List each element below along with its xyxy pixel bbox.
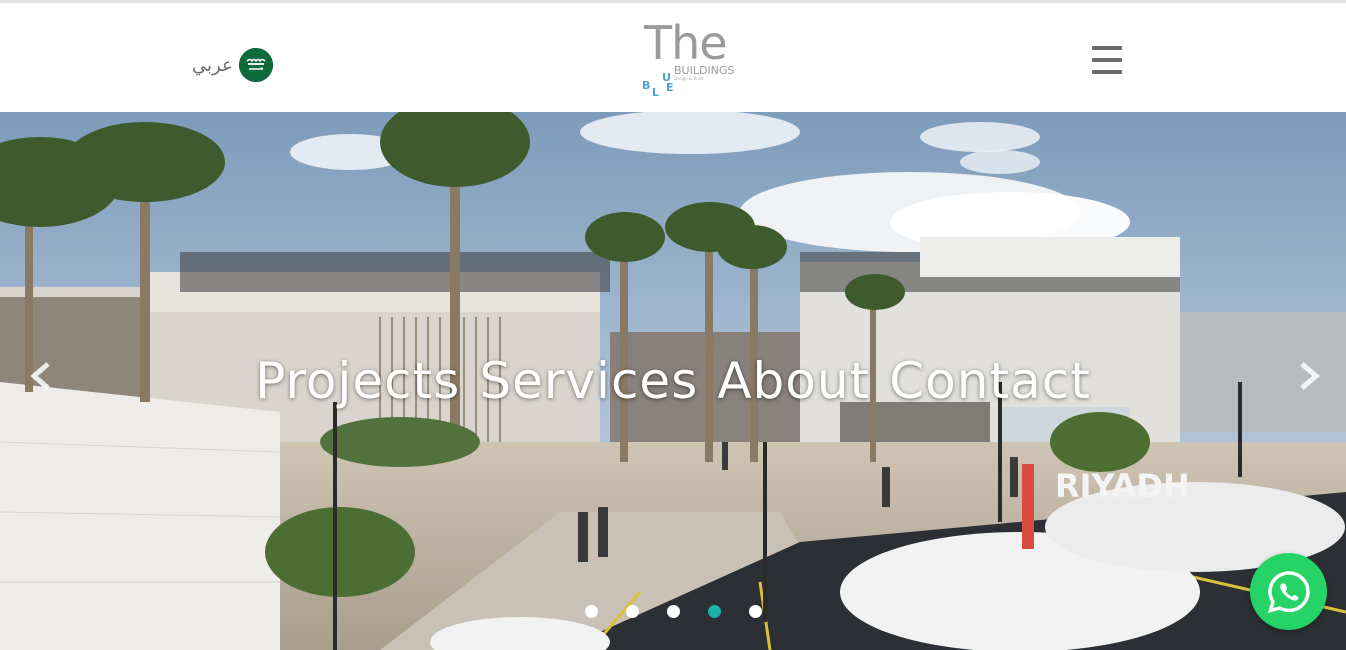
logo-the: The [644, 16, 728, 70]
carousel-dot[interactable] [667, 605, 680, 618]
nav-link-services[interactable]: Services [479, 345, 698, 417]
hero-carousel: RIYADH Projects Services About Contact [0, 112, 1346, 650]
svg-text:RIYADH: RIYADH [1055, 467, 1190, 505]
whatsapp-icon[interactable] [1250, 553, 1327, 630]
language-switch[interactable]: عربي [192, 47, 273, 83]
carousel-dot-active[interactable] [708, 605, 721, 618]
site-logo[interactable]: The BUILDINGS Design & Build B L U E [637, 15, 737, 101]
carousel-dot[interactable] [626, 605, 639, 618]
logo-letter: B [642, 79, 651, 92]
nav-link-contact[interactable]: Contact [889, 345, 1091, 417]
hamburger-menu-icon[interactable] [1090, 46, 1124, 76]
carousel-dot[interactable] [749, 605, 762, 618]
logo-tagline: Design & Build [674, 76, 704, 81]
logo-letter: E [666, 81, 674, 94]
chevron-left-icon[interactable] [24, 358, 60, 394]
carousel-dot[interactable] [585, 605, 598, 618]
saudi-flag-icon [238, 48, 273, 82]
language-label: عربي [192, 54, 233, 76]
nav-link-about[interactable]: About [717, 345, 870, 417]
nav-link-projects[interactable]: Projects [255, 345, 460, 417]
hero-nav: Projects Services About Contact [0, 345, 1346, 417]
logo-letter: L [652, 86, 660, 99]
chevron-right-icon[interactable] [1290, 358, 1326, 394]
site-header: عربي The BUILDINGS Design & Build B L U … [0, 3, 1346, 112]
